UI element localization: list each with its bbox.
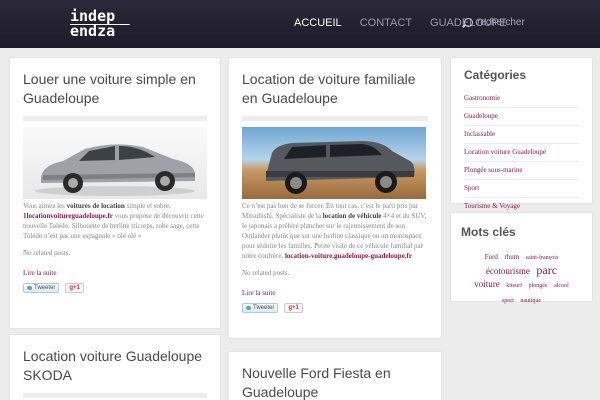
post-title[interactable]: Nouvelle Ford Fiesta en Guadeloupe (242, 364, 428, 400)
tag-link[interactable]: nautique (520, 298, 541, 304)
logo-line-2: endza (70, 22, 116, 40)
title-divider (23, 393, 207, 398)
site-header: indep endza ACCUEIL CONTACT GUADELOUPE (0, 0, 600, 48)
category-link[interactable]: Plongée sous-marine (464, 162, 579, 180)
post-card: Louer une voiture simple en Guadeloupe V… (10, 58, 220, 328)
tag-cloud: Ford rhum saint-françois écotourisme par… (461, 249, 582, 307)
excerpt-link[interactable]: 1locationvoitureguadeloupe.fr (23, 212, 113, 220)
twitter-bird-icon (27, 286, 32, 290)
excerpt-bold: location de véhicule (322, 212, 382, 220)
car-silver-image (35, 144, 195, 196)
twitter-bird-icon (246, 306, 251, 310)
title-divider (23, 116, 207, 121)
excerpt-bold: voitures de location (66, 202, 125, 210)
read-more-link[interactable]: Lire la suite (242, 289, 428, 297)
logo-divider (70, 24, 130, 25)
category-link[interactable]: Guadeloupe (464, 108, 579, 126)
post-title[interactable]: Louer une voiture simple en Guadeloupe (23, 70, 207, 108)
title-divider (242, 116, 428, 121)
search-input[interactable] (477, 17, 557, 28)
post-title[interactable]: Location de voiture familiale en Guadelo… (242, 70, 428, 108)
tweet-label: Tweeter (253, 305, 275, 311)
tweet-label: Tweeter (34, 285, 56, 291)
gplus-button[interactable]: g+1 (284, 303, 303, 313)
read-more-link[interactable]: Lire la suite (23, 269, 207, 277)
excerpt-link[interactable]: location-voiture.guadeloupe-guadeloupe.f… (285, 252, 412, 260)
excerpt-text: Vous aimez les (23, 202, 67, 210)
category-link[interactable]: Sport (464, 180, 579, 198)
post-excerpt: Vous aimez les voitures de location simp… (23, 201, 207, 241)
tag-link[interactable]: Ford (485, 253, 498, 261)
post-card: Location de voiture familiale en Guadelo… (229, 58, 441, 338)
post-image[interactable] (23, 127, 207, 199)
tweet-button[interactable]: Tweeter (23, 283, 60, 293)
social-buttons: Tweeter g+1 (242, 303, 428, 313)
post-title[interactable]: Location voiture Guadeloupe SKODA (23, 347, 207, 385)
tag-link[interactable]: alcool (554, 283, 569, 289)
post-excerpt: Ce n’est pas bon de se forcer. En tout c… (242, 201, 428, 261)
categories-widget: Catégories Gastronomie Guadeloupe Inclas… (451, 58, 592, 210)
nav-accueil[interactable]: ACCUEIL (294, 17, 342, 29)
tag-link[interactable]: parc (536, 263, 557, 277)
suv-image (266, 141, 415, 194)
tweet-button[interactable]: Tweeter (242, 303, 279, 313)
tags-widget: Mots clés Ford rhum saint-françois écoto… (451, 213, 592, 304)
category-link[interactable]: Location voiture Guadeloupe (464, 144, 579, 162)
tag-link[interactable]: kiteurf (506, 283, 522, 289)
categories-title: Catégories (464, 68, 527, 82)
tag-link[interactable]: voiture (474, 279, 500, 289)
post-card: Location voiture Guadeloupe SKODA (10, 335, 220, 400)
tags-title: Mots clés (461, 225, 516, 239)
nav-contact[interactable]: CONTACT (360, 17, 412, 29)
category-link[interactable]: Gastronomie (464, 90, 579, 108)
no-related-posts: No related posts. (23, 249, 71, 257)
post-card: Nouvelle Ford Fiesta en Guadeloupe (229, 352, 441, 400)
site-logo[interactable]: indep endza (70, 9, 130, 41)
post-image[interactable] (242, 127, 426, 199)
tag-link[interactable]: écotourisme (486, 266, 530, 276)
tag-link[interactable]: rhum (504, 253, 519, 261)
no-related-posts: No related posts. (242, 269, 290, 277)
tag-link[interactable]: sport (502, 298, 514, 304)
tag-link[interactable]: saint-françois (526, 255, 559, 261)
tag-link[interactable]: plongée (529, 283, 548, 289)
excerpt-text: simple et sobre, (124, 202, 171, 210)
category-link[interactable]: Inclassable (464, 126, 579, 144)
search-box (464, 17, 557, 28)
social-buttons: Tweeter g+1 (23, 283, 207, 293)
gplus-button[interactable]: g+1 (65, 283, 84, 293)
categories-list: Gastronomie Guadeloupe Inclassable Locat… (464, 90, 579, 215)
search-icon[interactable] (464, 18, 473, 27)
